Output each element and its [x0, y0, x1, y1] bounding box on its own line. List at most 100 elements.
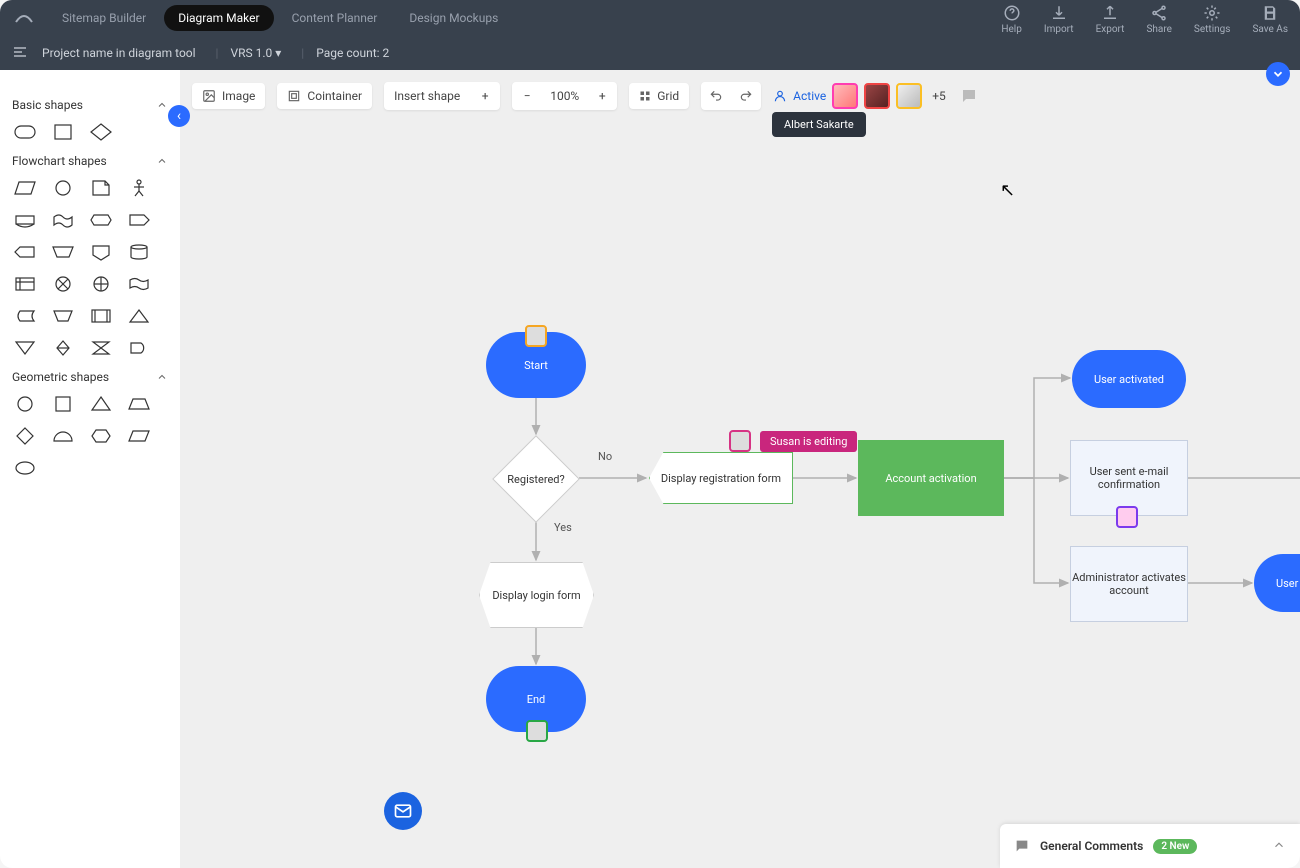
tab-diagram-maker[interactable]: Diagram Maker [164, 5, 273, 31]
shape-tape[interactable] [50, 210, 76, 230]
project-name[interactable]: Project name in diagram tool [42, 46, 196, 60]
app-header: Sitemap Builder Diagram Maker Content Pl… [0, 0, 1300, 70]
help-button[interactable]: Help [1001, 4, 1021, 35]
shape-stickman[interactable] [126, 178, 152, 198]
shape-delay[interactable] [126, 338, 152, 358]
shape-pentagon[interactable] [88, 210, 114, 230]
node-user-activated-1[interactable]: User activated [1072, 350, 1186, 408]
app-logo[interactable] [12, 6, 36, 30]
message-fab[interactable] [384, 792, 422, 830]
tab-sitemap-builder[interactable]: Sitemap Builder [48, 5, 160, 31]
comments-bar[interactable]: General Comments 2 New [1000, 824, 1300, 868]
node-user-activated-2[interactable]: User activated [1254, 554, 1300, 612]
avatar-3[interactable] [896, 83, 922, 109]
avatar-2[interactable] [864, 83, 890, 109]
zoom-out-button[interactable]: − [512, 82, 542, 110]
zoom-group: − 100% + [512, 82, 617, 110]
shape-sidebar: Basic shapes Flowchart shapes [0, 70, 180, 868]
user-icon [773, 89, 787, 103]
insert-image-button[interactable]: Image [192, 83, 265, 109]
shape-geo-diamond[interactable] [12, 426, 38, 446]
canvas-toolbar: Image Cointainer Insert shape + − 100% +… [192, 82, 978, 110]
shape-trapezoid2[interactable] [50, 242, 76, 262]
shape-geo-trapezoid[interactable] [126, 394, 152, 414]
import-button[interactable]: Import [1044, 4, 1074, 35]
shape-document[interactable] [88, 178, 114, 198]
shape-arrow-right[interactable] [126, 210, 152, 230]
shape-geo-circle[interactable] [12, 394, 38, 414]
shape-collate[interactable] [88, 338, 114, 358]
undo-button[interactable] [701, 82, 731, 110]
shape-sort[interactable] [50, 338, 76, 358]
tab-design-mockups[interactable]: Design Mockups [395, 5, 512, 31]
shape-arrow-left[interactable] [12, 242, 38, 262]
group-geometric-shapes[interactable]: Geometric shapes [12, 370, 168, 384]
shape-offpage[interactable] [88, 242, 114, 262]
collab-marker-3[interactable] [1116, 506, 1138, 528]
collab-marker-1[interactable] [525, 325, 547, 347]
add-shape-icon[interactable]: + [470, 82, 500, 110]
save-as-button[interactable]: Save As [1252, 4, 1288, 35]
node-admin-activates[interactable]: Administrator activates account [1070, 546, 1188, 622]
group-basic-shapes[interactable]: Basic shapes [12, 98, 168, 112]
shape-wave[interactable] [126, 274, 152, 294]
insert-shape-button[interactable]: Insert shape [384, 83, 470, 109]
cursor-pointer-icon: ↖ [1000, 180, 1015, 201]
menu-icon[interactable] [12, 44, 28, 63]
shape-cylinder[interactable] [126, 242, 152, 262]
collaborators: Active +5 [773, 83, 978, 109]
collab-marker-2[interactable] [729, 430, 751, 452]
comments-title: General Comments [1040, 839, 1143, 853]
shape-manual-input[interactable] [50, 306, 76, 326]
node-registration-form[interactable]: Display registration form [649, 452, 793, 504]
shape-triangle-down[interactable] [12, 338, 38, 358]
comment-icon[interactable] [960, 87, 978, 105]
header-tabs: Sitemap Builder Diagram Maker Content Pl… [48, 5, 512, 31]
avatar-more[interactable]: +5 [932, 89, 946, 103]
tab-content-planner[interactable]: Content Planner [278, 5, 392, 31]
group-flowchart-shapes[interactable]: Flowchart shapes [12, 154, 168, 168]
page-count: Page count: 2 [316, 46, 389, 60]
settings-button[interactable]: Settings [1194, 4, 1231, 35]
shape-triangle[interactable] [126, 306, 152, 326]
redo-button[interactable] [731, 82, 761, 110]
node-account-activation[interactable]: Account activation [858, 440, 1004, 516]
shape-internal-storage[interactable] [12, 274, 38, 294]
insert-container-button[interactable]: Cointainer [277, 83, 372, 109]
shape-circle-plus[interactable] [88, 274, 114, 294]
dropdown-badge[interactable] [1266, 62, 1290, 86]
node-registered-decision[interactable]: Registered? [493, 436, 579, 522]
grid-toggle-button[interactable]: Grid [629, 83, 689, 109]
canvas[interactable]: ‹ Image Cointainer Insert shape + − 100%… [180, 70, 1300, 868]
shape-geo-semicircle[interactable] [50, 426, 76, 446]
comments-new-badge: 2 New [1153, 839, 1197, 854]
zoom-level: 100% [542, 89, 587, 103]
shape-circle-x[interactable] [50, 274, 76, 294]
collab-marker-4[interactable] [526, 720, 548, 742]
editing-badge: Susan is editing [760, 431, 857, 452]
shape-display[interactable] [12, 210, 38, 230]
shape-geo-triangle[interactable] [88, 394, 114, 414]
avatar-1[interactable] [832, 83, 858, 109]
shape-stored-data[interactable] [12, 306, 38, 326]
node-email-confirmation[interactable]: User sent e-mail confirmation [1070, 440, 1188, 516]
shape-diamond[interactable] [88, 122, 114, 142]
node-login-form[interactable]: Display login form [479, 562, 594, 628]
shape-rect[interactable] [50, 122, 76, 142]
shape-circle[interactable] [50, 178, 76, 198]
shape-geo-parallelogram[interactable] [126, 426, 152, 446]
edge-label-yes: Yes [554, 521, 572, 534]
shape-predefined[interactable] [88, 306, 114, 326]
share-button[interactable]: Share [1146, 4, 1171, 35]
shape-geo-hexagon[interactable] [88, 426, 114, 446]
expand-comments-icon[interactable] [1272, 838, 1286, 855]
collapse-sidebar-button[interactable]: ‹ [168, 105, 190, 127]
shape-parallelogram[interactable] [12, 178, 38, 198]
zoom-in-button[interactable]: + [587, 82, 617, 110]
version-dropdown[interactable]: VRS 1.0 ▾ [230, 46, 281, 60]
shape-rounded-rect[interactable] [12, 122, 38, 142]
shape-geo-square[interactable] [50, 394, 76, 414]
export-button[interactable]: Export [1096, 4, 1125, 35]
edge-label-no: No [598, 450, 612, 463]
shape-geo-ellipse[interactable] [12, 458, 38, 478]
